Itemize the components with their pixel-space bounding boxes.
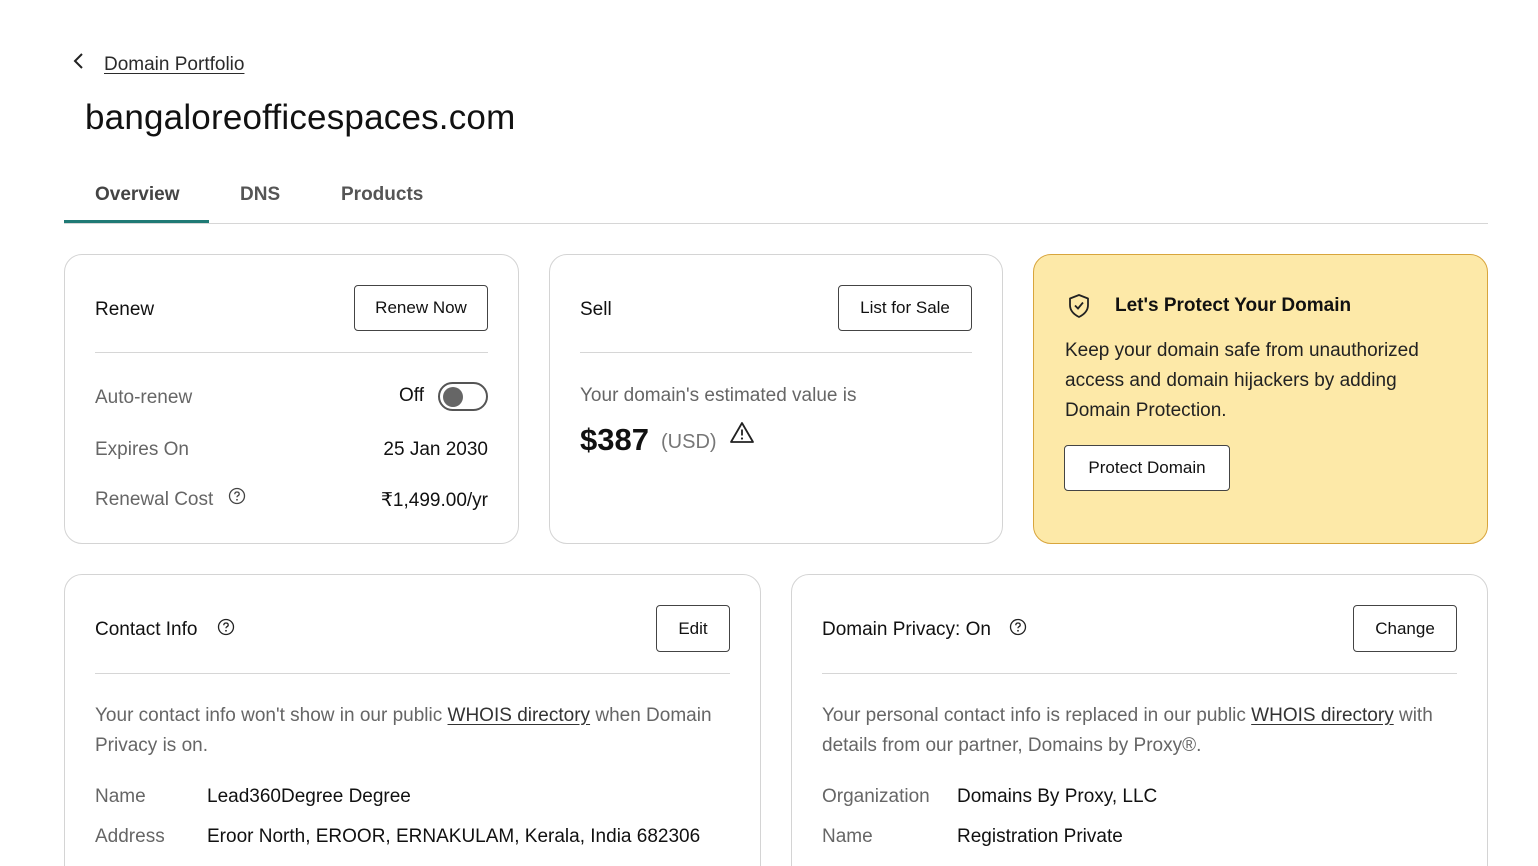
shield-check-icon — [1069, 294, 1089, 318]
active-tab-indicator — [64, 220, 209, 223]
currency-label: (USD) — [661, 431, 717, 453]
contact-address-value: Eroor North, EROOR, ERNAKULAM, Kerala, I… — [207, 826, 701, 847]
protect-description: Keep your domain safe from unauthorized … — [1065, 340, 1419, 421]
privacy-organization-value: Domains By Proxy, LLC — [957, 786, 1158, 807]
renew-now-button[interactable]: Renew Now — [354, 285, 488, 331]
help-icon[interactable] — [217, 618, 235, 636]
renewal-cost-label: Renewal Cost — [95, 489, 214, 510]
toggle-knob — [443, 386, 463, 407]
whois-directory-link[interactable]: WHOIS directory — [448, 705, 591, 726]
contact-description: Your contact info won't show in our publ… — [95, 701, 715, 761]
privacy-name-label: Name — [822, 826, 873, 847]
tab-products[interactable]: Products — [341, 184, 423, 206]
auto-renew-state: Off — [399, 385, 424, 406]
page-title: bangaloreofficespaces.com — [85, 98, 516, 137]
back-button[interactable] — [70, 52, 88, 70]
protect-title: Let's Protect Your Domain — [1115, 295, 1352, 316]
tab-dns[interactable]: DNS — [240, 184, 280, 206]
contact-name-label: Name — [95, 786, 146, 807]
expires-value: 25 Jan 2030 — [383, 439, 488, 460]
whois-directory-link[interactable]: WHOIS directory — [1251, 705, 1394, 726]
privacy-text-before: Your personal contact info is replaced i… — [822, 705, 1252, 726]
privacy-organization-label: Organization — [822, 786, 930, 807]
contact-info-title: Contact Info — [95, 619, 198, 640]
privacy-name-value: Registration Private — [957, 826, 1123, 847]
renew-title: Renew — [95, 299, 155, 320]
renew-divider — [95, 352, 488, 353]
domain-privacy-title: Domain Privacy: On — [822, 619, 991, 640]
contact-name-value: Lead360Degree Degree — [207, 786, 411, 807]
chevron-left-icon — [73, 53, 83, 69]
contact-divider — [95, 673, 730, 674]
sell-title: Sell — [580, 299, 612, 320]
auto-renew-toggle[interactable] — [438, 382, 488, 411]
edit-contact-button[interactable]: Edit — [656, 605, 730, 652]
sell-divider — [580, 352, 972, 353]
estimated-price: $387 — [580, 422, 649, 457]
renewal-cost-value: ₹1,499.00/yr — [380, 490, 488, 511]
estimate-text: Your domain's estimated value is — [580, 385, 857, 406]
tab-overview[interactable]: Overview — [95, 184, 180, 206]
help-icon[interactable] — [228, 487, 246, 505]
help-icon[interactable] — [1009, 618, 1027, 636]
privacy-divider — [822, 673, 1457, 674]
auto-renew-label: Auto-renew — [95, 387, 193, 408]
protect-domain-button[interactable]: Protect Domain — [1064, 445, 1230, 491]
expires-label: Expires On — [95, 439, 189, 460]
contact-address-label: Address — [95, 826, 165, 847]
list-for-sale-button[interactable]: List for Sale — [838, 285, 972, 331]
privacy-description: Your personal contact info is replaced i… — [822, 701, 1452, 761]
change-privacy-button[interactable]: Change — [1353, 605, 1457, 652]
tab-bar: Overview DNS Products — [64, 170, 1488, 224]
contact-text-before: Your contact info won't show in our publ… — [95, 705, 448, 726]
warning-icon[interactable] — [729, 421, 755, 445]
breadcrumb-domain-portfolio[interactable]: Domain Portfolio — [104, 54, 244, 76]
